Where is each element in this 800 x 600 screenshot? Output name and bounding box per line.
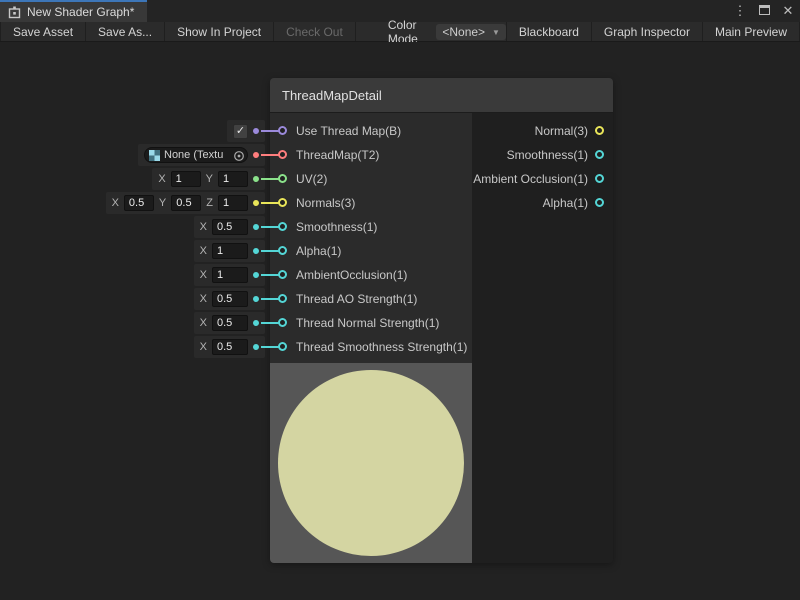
edge-stub	[261, 274, 279, 276]
port-connector-dot	[253, 224, 259, 230]
input-port-label: AmbientOcclusion(1)	[296, 268, 407, 282]
axis-label-x: X	[200, 317, 207, 329]
close-icon[interactable]: ✕	[780, 0, 796, 22]
axis-label-x: X	[200, 341, 207, 353]
shader-graph-asset-icon	[8, 6, 21, 19]
shader-graph-window: New Shader Graph* ⋮ ✕ Save AssetSave As.…	[0, 0, 800, 600]
input-default-widget: X	[194, 264, 265, 286]
toolbar-button-check-out: Check Out	[274, 22, 356, 41]
input-port-label: Thread Smoothness Strength(1)	[296, 340, 467, 354]
input-port-label: Alpha(1)	[296, 244, 341, 258]
toolbar-button-graph-inspector[interactable]: Graph Inspector	[592, 22, 703, 41]
output-port[interactable]	[595, 150, 604, 159]
x-value-field[interactable]	[212, 219, 248, 235]
node-title: ThreadMapDetail	[282, 88, 382, 103]
output-port-label: Normal(3)	[535, 124, 588, 138]
port-connector-dot	[253, 344, 259, 350]
input-port-label: Smoothness(1)	[296, 220, 377, 234]
edge-stub	[261, 346, 279, 348]
window-controls: ⋮ ✕	[732, 0, 796, 22]
kebab-menu-icon[interactable]: ⋮	[732, 0, 748, 22]
x-value-field[interactable]	[212, 267, 248, 283]
input-port[interactable]	[278, 246, 287, 255]
node-header[interactable]: ThreadMapDetail	[270, 78, 613, 113]
graph-canvas[interactable]: ThreadMapDetail ✓Use Thread Map(B)None (…	[0, 42, 800, 600]
edge-stub	[261, 250, 279, 252]
color-mode-dropdown[interactable]: <None> ▼	[436, 24, 506, 40]
toolbar-button-save-as-[interactable]: Save As...	[86, 22, 165, 41]
output-port-label: Ambient Occlusion(1)	[473, 172, 588, 186]
input-row: X AmbientOcclusion(1)	[0, 264, 800, 286]
axis-label-x: X	[200, 221, 207, 233]
input-default-widget: X	[194, 288, 265, 310]
toolbar-button-main-preview[interactable]: Main Preview	[703, 22, 800, 41]
axis-label-x: X	[200, 245, 207, 257]
toolbar-button-blackboard[interactable]: Blackboard	[506, 22, 592, 41]
port-connector-dot	[253, 320, 259, 326]
input-default-widget: X	[194, 312, 265, 334]
x-value-field[interactable]	[212, 315, 248, 331]
output-row: Alpha(1)	[0, 192, 800, 214]
axis-label-x: X	[200, 269, 207, 281]
input-port-label: Thread Normal Strength(1)	[296, 316, 439, 330]
input-row: X Thread Normal Strength(1)	[0, 312, 800, 334]
edge-stub	[261, 322, 279, 324]
port-connector-dot	[253, 272, 259, 278]
edge-stub	[261, 226, 279, 228]
output-row: Smoothness(1)	[0, 144, 800, 166]
input-default-widget: X	[194, 216, 265, 238]
input-port[interactable]	[278, 270, 287, 279]
x-value-field[interactable]	[212, 339, 248, 355]
output-port-label: Smoothness(1)	[507, 148, 588, 162]
maximize-icon[interactable]	[756, 0, 772, 22]
preview-sphere	[278, 370, 464, 556]
color-mode-label: Color Mode	[388, 22, 437, 41]
output-port-label: Alpha(1)	[543, 196, 588, 210]
tab-title: New Shader Graph*	[27, 5, 134, 19]
tab-new-shader-graph[interactable]: New Shader Graph*	[0, 0, 147, 22]
output-port[interactable]	[595, 126, 604, 135]
input-port-label: Thread AO Strength(1)	[296, 292, 417, 306]
output-row: Normal(3)	[0, 120, 800, 142]
output-port[interactable]	[595, 174, 604, 183]
x-value-field[interactable]	[212, 291, 248, 307]
toolbar-button-show-in-project[interactable]: Show In Project	[165, 22, 274, 41]
input-default-widget: X	[194, 336, 265, 358]
toolbar: Save AssetSave As...Show In ProjectCheck…	[0, 22, 800, 42]
toolbar-right-group: BlackboardGraph InspectorMain Preview	[506, 22, 800, 41]
input-port[interactable]	[278, 294, 287, 303]
output-port[interactable]	[595, 198, 604, 207]
output-row: Ambient Occlusion(1)	[0, 168, 800, 190]
input-default-widget: X	[194, 240, 265, 262]
toolbar-spacer	[356, 22, 388, 41]
x-value-field[interactable]	[212, 243, 248, 259]
axis-label-x: X	[200, 293, 207, 305]
input-row: X Thread Smoothness Strength(1)	[0, 336, 800, 358]
color-mode-value: <None>	[442, 25, 485, 39]
input-row: X Thread AO Strength(1)	[0, 288, 800, 310]
port-connector-dot	[253, 248, 259, 254]
input-row: X Alpha(1)	[0, 240, 800, 262]
toolbar-left-group: Save AssetSave As...Show In ProjectCheck…	[0, 22, 356, 41]
edge-stub	[261, 298, 279, 300]
node-preview[interactable]	[270, 363, 472, 563]
input-port[interactable]	[278, 222, 287, 231]
input-port[interactable]	[278, 342, 287, 351]
port-connector-dot	[253, 296, 259, 302]
dropdown-arrow-icon: ▼	[492, 28, 500, 37]
toolbar-button-save-asset[interactable]: Save Asset	[0, 22, 86, 41]
input-row: X Smoothness(1)	[0, 216, 800, 238]
input-port[interactable]	[278, 318, 287, 327]
